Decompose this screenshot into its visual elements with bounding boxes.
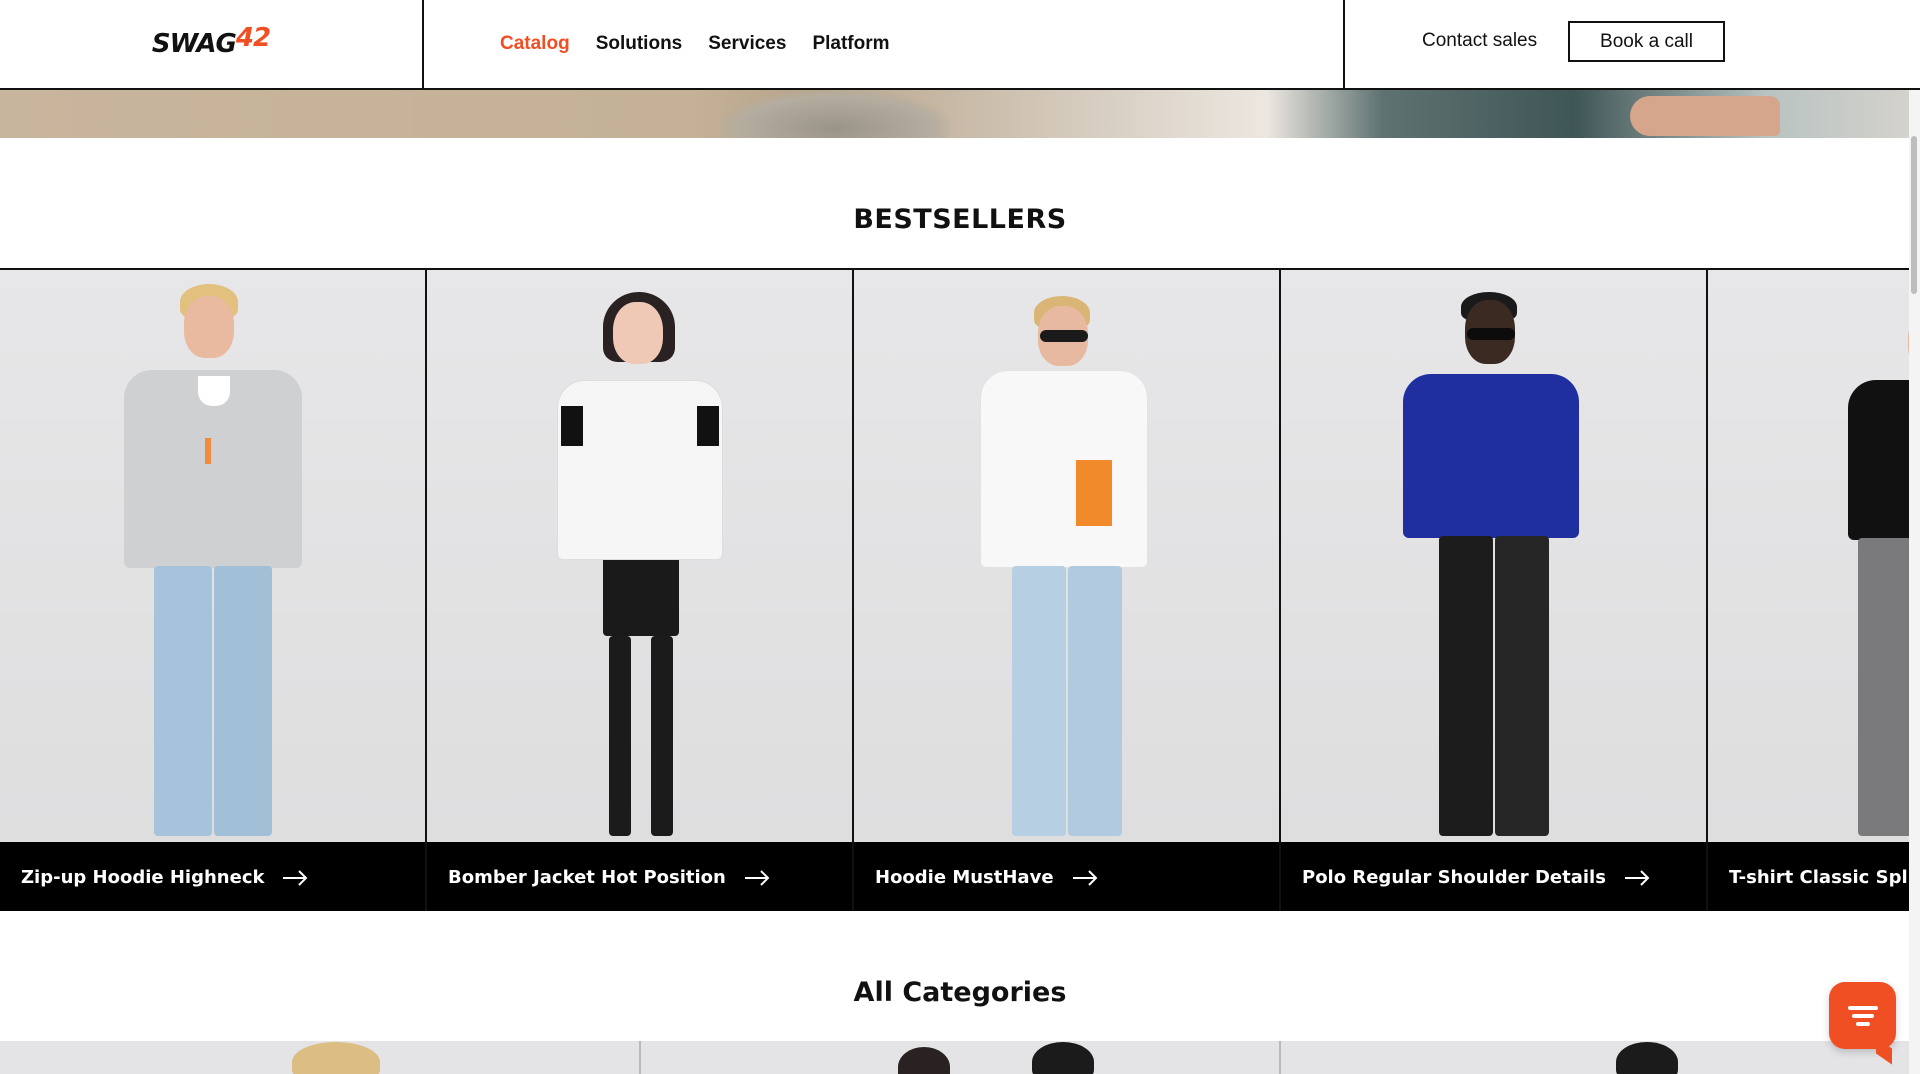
bomber-sleeve-stripe-left	[561, 406, 583, 446]
sunglasses	[1467, 328, 1515, 340]
site-header: SWAG42 Catalog Solutions Services Platfo…	[0, 0, 1920, 90]
main-nav: Catalog Solutions Services Platform	[500, 0, 890, 88]
contact-sales-link[interactable]: Contact sales	[1422, 30, 1537, 52]
figure-tshirt	[198, 376, 230, 406]
figure-jeans-left	[1012, 566, 1066, 836]
figure-boot-left	[609, 636, 631, 836]
product-image	[854, 270, 1279, 842]
bestsellers-heading: BESTSELLERS	[853, 204, 1067, 235]
arrow-right-icon[interactable]	[1072, 869, 1098, 886]
category-divider	[1279, 1041, 1281, 1074]
product-title: Polo Regular Shoulder Details	[1302, 867, 1606, 888]
product-title: Bomber Jacket Hot Position	[448, 867, 726, 888]
figure-jeans-left	[154, 566, 212, 836]
bomber-sleeve-stripe-right	[697, 406, 719, 446]
swag42-logo[interactable]: SWAG42	[151, 23, 271, 59]
figure-trousers-left	[1858, 538, 1912, 836]
product-card[interactable]: Hoodie MustHave	[854, 270, 1281, 911]
arrow-right-icon[interactable]	[744, 869, 770, 886]
product-card-bar[interactable]: Hoodie MustHave	[854, 842, 1279, 911]
arrow-right-icon[interactable]	[1624, 869, 1650, 886]
product-card-bar[interactable]: Polo Regular Shoulder Details	[1281, 842, 1706, 911]
nav-services[interactable]: Services	[708, 33, 786, 55]
product-title: Zip-up Hoodie Highneck	[21, 867, 265, 888]
figure-polo	[1403, 374, 1579, 538]
figure-leather-pants-left	[1439, 536, 1493, 836]
product-card[interactable]: T-shirt Classic Split	[1708, 270, 1920, 911]
product-card[interactable]: Bomber Jacket Hot Position	[427, 270, 854, 911]
logo-text: SWAG	[151, 29, 237, 59]
all-categories-heading: All Categories	[853, 977, 1067, 1008]
logo-number: 42	[235, 23, 271, 53]
figure-jeans-right	[214, 566, 272, 836]
categories-grid-preview[interactable]	[0, 1041, 1920, 1074]
figure-hoodie	[980, 370, 1148, 568]
product-card-bar[interactable]: Zip-up Hoodie Highneck	[0, 842, 425, 911]
orange-patch	[1076, 460, 1112, 526]
product-card-bar[interactable]: T-shirt Classic Split	[1708, 842, 1920, 911]
chat-icon	[1847, 1005, 1878, 1026]
page-scrollbar-thumb[interactable]	[1911, 136, 1917, 294]
figure-hair	[292, 1042, 380, 1074]
book-a-call-button[interactable]: Book a call	[1568, 21, 1725, 62]
product-image	[427, 270, 852, 842]
product-card[interactable]: Polo Regular Shoulder Details	[1281, 270, 1708, 911]
figure-head	[184, 296, 234, 358]
sunglasses	[1040, 330, 1088, 342]
nav-solutions[interactable]: Solutions	[596, 33, 683, 55]
figure-hair	[1616, 1042, 1678, 1074]
nav-catalog[interactable]: Catalog	[500, 33, 570, 55]
zip-puller	[205, 438, 211, 464]
category-divider	[639, 1041, 641, 1074]
product-image	[1708, 270, 1920, 842]
figure-jeans-right	[1068, 566, 1122, 836]
header-actions: Contact sales Book a call	[1343, 0, 1920, 88]
figure-hair	[1032, 1042, 1094, 1074]
arrow-right-icon[interactable]	[282, 869, 308, 886]
logo-cell: SWAG42	[0, 0, 424, 88]
chat-widget-button[interactable]	[1829, 982, 1896, 1065]
product-title: Hoodie MustHave	[875, 867, 1054, 888]
bestsellers-carousel[interactable]: Zip-up Hoodie Highneck Bomber Jacket Hot…	[0, 268, 1920, 911]
figure-skirt	[603, 560, 679, 636]
hero-rock-shape	[720, 90, 950, 138]
product-title: T-shirt Classic Split	[1729, 867, 1920, 888]
hero-hand-shape	[1630, 96, 1780, 136]
nav-platform[interactable]: Platform	[812, 33, 889, 55]
figure-hair	[898, 1047, 950, 1074]
product-card[interactable]: Zip-up Hoodie Highneck	[0, 270, 427, 911]
hero-image	[0, 90, 1920, 138]
product-image	[1281, 270, 1706, 842]
figure-head	[613, 302, 663, 364]
figure-boot-right	[651, 636, 673, 836]
product-image	[0, 270, 425, 842]
product-card-bar[interactable]: Bomber Jacket Hot Position	[427, 842, 852, 911]
figure-leather-pants-right	[1495, 536, 1549, 836]
